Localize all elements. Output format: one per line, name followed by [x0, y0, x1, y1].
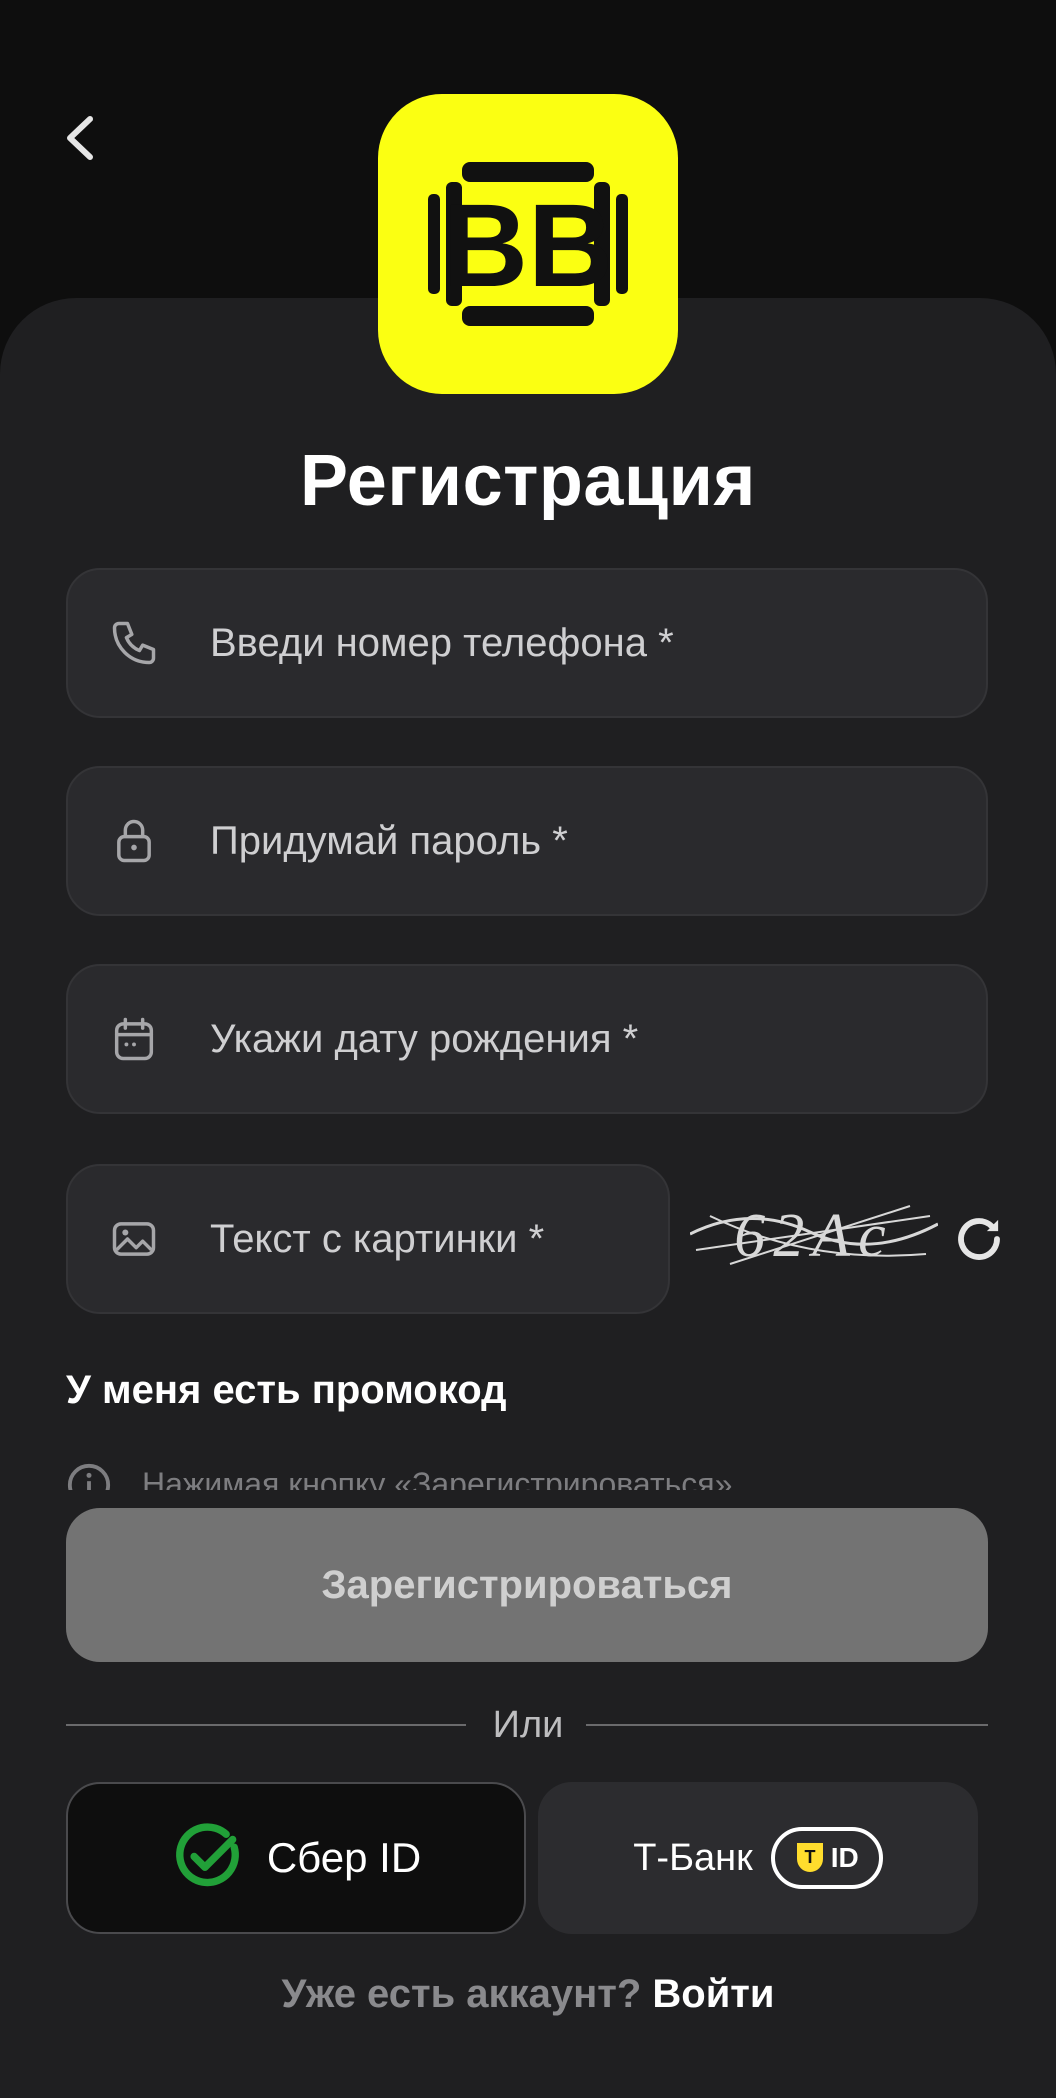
sber-id-button[interactable]: Сбер ID — [66, 1782, 526, 1934]
lock-icon — [106, 813, 162, 869]
login-prompt: Уже есть аккаунт? Войти — [0, 1972, 1056, 2017]
svg-text:Т: Т — [804, 1847, 815, 1867]
login-question: Уже есть аккаунт? — [281, 1972, 642, 2016]
svg-text:BB: BB — [443, 180, 613, 312]
bb-logo-icon: BB — [428, 162, 628, 326]
or-label: Или — [492, 1704, 564, 1746]
page-title: Регистрация — [300, 441, 756, 521]
birthdate-input[interactable]: Укажи дату рождения * — [66, 964, 988, 1114]
divider-right — [586, 1724, 988, 1726]
image-icon — [106, 1211, 162, 1267]
captcha-input[interactable]: Текст с картинки * — [66, 1164, 670, 1314]
calendar-icon — [106, 1011, 162, 1067]
app-logo: BB — [378, 94, 678, 394]
password-placeholder: Придумай пароль * — [210, 818, 568, 863]
promo-code-toggle[interactable]: У меня есть промокод — [66, 1368, 507, 1413]
phone-icon — [106, 615, 162, 671]
phone-input[interactable]: Введи номер телефона * — [66, 568, 988, 718]
register-button[interactable]: Зарегистрироваться — [66, 1508, 988, 1662]
sber-logo-icon — [175, 1823, 239, 1887]
chevron-left-icon — [67, 116, 93, 160]
captcha-placeholder: Текст с картинки * — [210, 1216, 545, 1261]
divider-left — [66, 1724, 466, 1726]
terms-notice: Нажимая кнопку «Зарегистрироваться» — [66, 1460, 732, 1490]
captcha-image: 62Ac — [690, 1202, 938, 1270]
refresh-icon[interactable] — [952, 1212, 1006, 1266]
back-button[interactable] — [50, 108, 110, 168]
sber-id-label: Сбер ID — [266, 1834, 422, 1881]
phone-placeholder: Введи номер телефона * — [210, 620, 674, 665]
password-input[interactable]: Придумай пароль * — [66, 766, 988, 916]
tbank-id-text: ID — [830, 1842, 859, 1873]
tbank-label: Т-Банк — [633, 1836, 753, 1879]
birthdate-placeholder: Укажи дату рождения * — [210, 1016, 639, 1061]
tbank-id-badge: Т ID — [770, 1827, 883, 1889]
info-icon — [67, 1463, 111, 1490]
tbank-shield-icon: Т — [796, 1843, 823, 1872]
terms-notice-text: Нажимая кнопку «Зарегистрироваться» — [142, 1466, 733, 1490]
login-link[interactable]: Войти — [652, 1972, 774, 2016]
tbank-id-button[interactable]: Т-Банк Т ID — [538, 1782, 978, 1934]
